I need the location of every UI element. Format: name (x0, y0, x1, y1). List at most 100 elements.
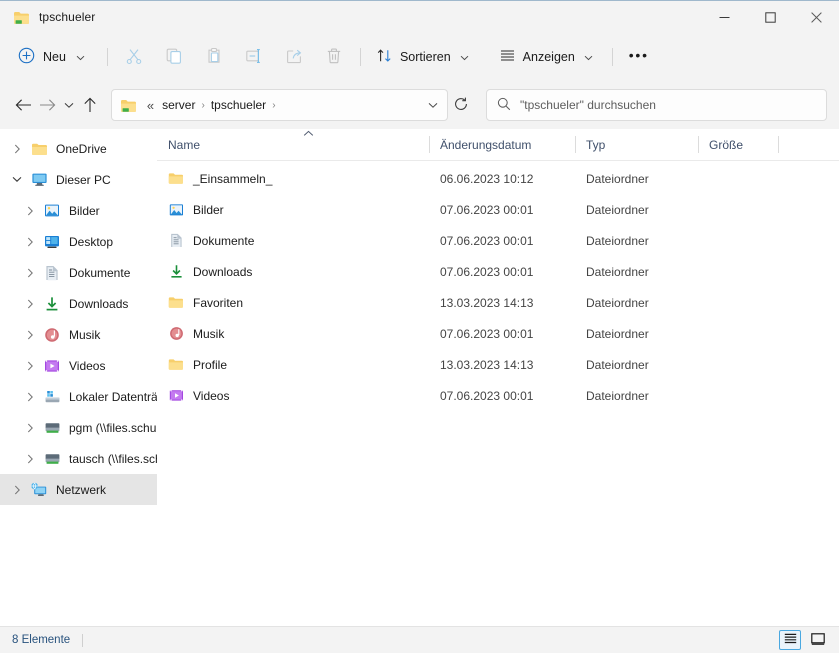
sidebar-item-musik[interactable]: Musik (0, 319, 157, 350)
view-button[interactable]: Anzeigen (490, 41, 602, 73)
column-header-name[interactable]: Name (157, 129, 429, 160)
breadcrumb-item-tpschueler[interactable]: tpschueler (206, 94, 271, 116)
sidebar-item-onedrive[interactable]: OneDrive (0, 133, 157, 164)
table-row[interactable]: Profile 13.03.2023 14:13 Dateiordner (157, 349, 839, 380)
chevron-down-icon (460, 50, 469, 64)
chevron-right-icon[interactable] (19, 206, 41, 216)
sidebar-item-tausch-drive[interactable]: tausch (\\files.schu (0, 443, 157, 474)
column-header-type[interactable]: Typ (575, 129, 698, 160)
music-icon (41, 327, 63, 343)
chevron-down-icon (428, 98, 438, 112)
share-icon (285, 47, 303, 68)
cut-button[interactable] (114, 41, 154, 73)
cell-type: Dateiordner (586, 171, 649, 186)
address-bar-row: « server › tpschueler › "tpschueler" dur… (0, 81, 839, 129)
breadcrumb-overflow[interactable]: « (143, 99, 157, 112)
sidebar-item-downloads[interactable]: Downloads (0, 288, 157, 319)
downloads-icon (168, 264, 184, 279)
close-button[interactable] (793, 1, 839, 33)
file-list-pane: Name Änderungsdatum Typ Größe _Einsammel… (157, 129, 839, 626)
copy-icon (165, 47, 183, 68)
sidebar-item-bilder[interactable]: Bilder (0, 195, 157, 226)
breadcrumb-item-server[interactable]: server (157, 94, 200, 116)
folder-icon (28, 142, 50, 156)
cell-size (698, 163, 778, 194)
chevron-right-icon[interactable] (19, 361, 41, 371)
search-box[interactable]: "tpschueler" durchsuchen (486, 89, 827, 121)
sidebar-item-label: pgm (\\files.schule (69, 420, 157, 435)
up-button[interactable] (78, 89, 102, 121)
maximize-icon (764, 11, 776, 23)
sidebar-item-lokaler-datentraeger[interactable]: Lokaler Datenträger (0, 381, 157, 412)
sidebar-item-netzwerk[interactable]: Netzwerk (0, 474, 157, 505)
refresh-button[interactable] (450, 90, 472, 120)
pictures-icon (168, 203, 184, 217)
minimize-button[interactable] (701, 1, 747, 33)
chevron-right-icon[interactable] (6, 144, 28, 154)
chevron-right-icon[interactable] (6, 485, 28, 495)
title-bar: tpschueler (0, 1, 839, 33)
cell-modified: 07.06.2023 00:01 (440, 233, 534, 248)
new-button[interactable]: Neu (12, 41, 95, 73)
chevron-right-icon[interactable] (19, 454, 41, 464)
table-row[interactable]: Videos 07.06.2023 00:01 Dateiordner (157, 380, 839, 411)
chevron-right-icon[interactable] (19, 299, 41, 309)
recent-locations-button[interactable] (59, 89, 78, 121)
chevron-right-icon[interactable] (19, 237, 41, 247)
search-input[interactable]: "tpschueler" durchsuchen (520, 98, 656, 112)
forward-button[interactable] (36, 89, 60, 121)
column-divider[interactable] (778, 136, 779, 153)
column-header-label: Typ (586, 137, 606, 152)
paste-button[interactable] (194, 41, 234, 73)
sidebar-item-label: OneDrive (56, 141, 107, 156)
minimize-icon (719, 12, 730, 23)
back-button[interactable] (12, 89, 36, 121)
breadcrumb: « server › tpschueler › (120, 90, 421, 120)
more-options-button[interactable]: ••• (619, 41, 659, 73)
window-controls (701, 1, 839, 33)
breadcrumb-bar[interactable]: « server › tpschueler › (110, 89, 448, 121)
sidebar-item-dokumente[interactable]: Dokumente (0, 257, 157, 288)
sidebar-item-pgm-drive[interactable]: pgm (\\files.schule (0, 412, 157, 443)
share-button[interactable] (274, 41, 314, 73)
table-row[interactable]: Musik 07.06.2023 00:01 Dateiordner (157, 318, 839, 349)
chevron-right-icon[interactable] (19, 268, 41, 278)
cell-modified: 07.06.2023 00:01 (440, 202, 534, 217)
cell-name: Profile (157, 349, 429, 380)
sidebar-item-desktop[interactable]: Desktop (0, 226, 157, 257)
sidebar-item-label: Bilder (69, 203, 100, 218)
view-button-label: Anzeigen (522, 50, 575, 64)
sidebar-item-label: tausch (\\files.schu (69, 451, 157, 466)
sidebar-item-videos[interactable]: Videos (0, 350, 157, 381)
sort-button[interactable]: Sortieren (367, 41, 478, 73)
cell-type: Dateiordner (586, 233, 649, 248)
network-drive-icon (41, 421, 63, 434)
cell-type: Dateiordner (586, 326, 649, 341)
large-icons-view-button[interactable] (807, 630, 829, 650)
details-view-button[interactable] (779, 630, 801, 650)
sidebar-item-this-pc[interactable]: Dieser PC (0, 164, 157, 195)
paste-icon (205, 47, 223, 68)
cell-size (698, 380, 778, 411)
cell-name: _Einsammeln_ (157, 163, 429, 194)
column-header-modified[interactable]: Änderungsdatum (429, 129, 575, 160)
sort-button-label: Sortieren (399, 50, 451, 64)
rename-button[interactable] (234, 41, 274, 73)
chevron-right-icon[interactable] (19, 423, 41, 433)
delete-button[interactable] (314, 41, 354, 73)
table-row[interactable]: Favoriten 13.03.2023 14:13 Dateiordner (157, 287, 839, 318)
maximize-button[interactable] (747, 1, 793, 33)
table-row[interactable]: Downloads 07.06.2023 00:01 Dateiordner (157, 256, 839, 287)
table-row[interactable]: Dokumente 07.06.2023 00:01 Dateiordner (157, 225, 839, 256)
table-row[interactable]: Bilder 07.06.2023 00:01 Dateiordner (157, 194, 839, 225)
sidebar-item-label: Lokaler Datenträger (69, 389, 157, 404)
chevron-right-icon[interactable] (19, 330, 41, 340)
table-row[interactable]: _Einsammeln_ 06.06.2023 10:12 Dateiordne… (157, 163, 839, 194)
column-header-size[interactable]: Größe (698, 129, 778, 160)
copy-button[interactable] (154, 41, 194, 73)
chevron-down-icon[interactable] (6, 176, 28, 183)
breadcrumb-separator-icon[interactable]: › (271, 100, 276, 111)
breadcrumb-dropdown-button[interactable] (421, 91, 445, 119)
chevron-right-icon[interactable] (19, 392, 41, 402)
documents-icon (41, 265, 63, 281)
